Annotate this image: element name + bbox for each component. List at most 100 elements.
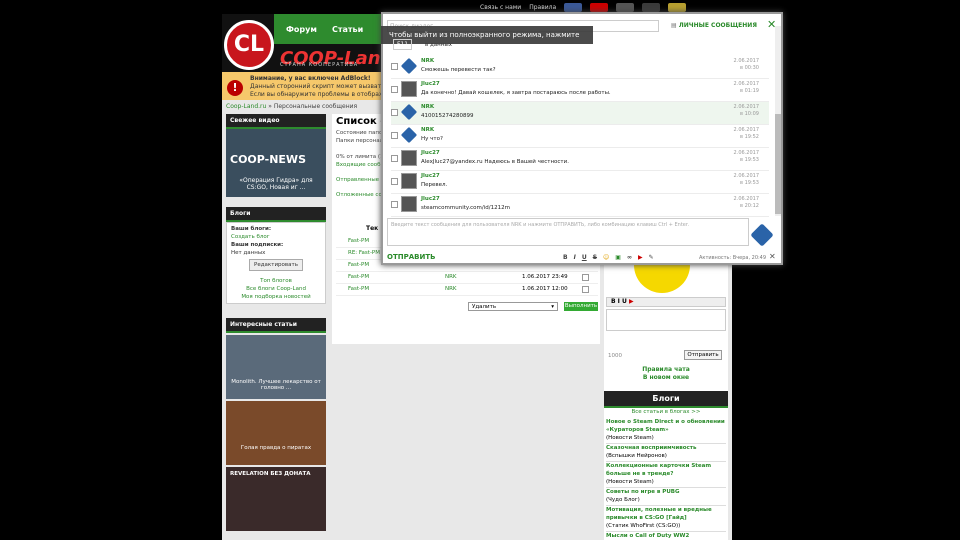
bold-tool[interactable]: B: [611, 298, 616, 305]
message-date: 2.06.2017 в 00:30: [734, 58, 759, 72]
breadcrumb-root[interactable]: Coop-Land.ru: [226, 103, 266, 110]
cgu-icon[interactable]: [642, 2, 661, 12]
avatar[interactable]: [400, 57, 418, 75]
message-checkbox[interactable]: [391, 155, 398, 162]
compose-textarea[interactable]: Введите текст сообщения для пользователя…: [387, 218, 749, 246]
message-date-time: в 19:53: [740, 180, 759, 186]
underline-tool[interactable]: U: [622, 298, 627, 305]
message-author[interactable]: NRK: [421, 58, 434, 64]
my-news-link[interactable]: Моя подборка новостей: [231, 293, 321, 301]
send-arrow-icon[interactable]: [750, 223, 774, 247]
send-button[interactable]: ОТПРАВИТЬ: [387, 253, 435, 261]
avatar[interactable]: [401, 196, 417, 212]
row-checkbox[interactable]: [582, 274, 589, 281]
article-title[interactable]: REVELATION БЕЗ ДОНАТА: [230, 471, 311, 477]
message-checkbox[interactable]: [391, 132, 398, 139]
nav-articles[interactable]: Статьи: [332, 25, 363, 34]
message-author[interactable]: Jluc27: [421, 150, 440, 156]
row-subject[interactable]: Fast-PM: [348, 238, 369, 244]
message-checkbox[interactable]: [391, 86, 398, 93]
avatar[interactable]: [401, 81, 417, 97]
message-date-time: в 01:19: [740, 88, 759, 94]
chat-input[interactable]: [606, 309, 726, 331]
table-row[interactable]: Fast-PM NRK 1.06.2017 23:49: [336, 272, 598, 284]
bold-button[interactable]: B: [563, 254, 568, 261]
social-icon[interactable]: [616, 2, 635, 12]
link-icon[interactable]: ∞: [627, 254, 632, 261]
blog-post-link[interactable]: Мысли о Call of Duty WW2: [606, 532, 726, 540]
all-blog-posts-link[interactable]: Все статьи в блогах >>: [604, 409, 728, 415]
message-checkbox[interactable]: [391, 63, 398, 70]
message-author[interactable]: Jluc27: [421, 81, 440, 87]
list-item: Мотивация, полезные и вредные привычки в…: [606, 506, 726, 532]
row-checkbox[interactable]: [582, 286, 589, 293]
contact-link[interactable]: Связь с нами: [480, 4, 521, 11]
row-subject[interactable]: Fast-PM: [348, 262, 369, 268]
avatar[interactable]: [400, 126, 418, 144]
message-date-day: 2.06.2017: [733, 196, 759, 202]
rules-link[interactable]: Правила: [529, 4, 556, 11]
list-item: Коллекционные карточки Steam больше не в…: [606, 462, 726, 488]
left-sidebar: Свежее видео COOP-NEWS «Операция Гидра» …: [226, 114, 326, 540]
article-thumb[interactable]: Голая правда о пиратах: [226, 401, 326, 465]
top-blogs-link[interactable]: Топ блогов: [231, 277, 321, 285]
blog-post-link[interactable]: Новое о Steam Direct и о обновлении «Кур…: [606, 418, 726, 434]
youtube-icon[interactable]: ▶: [638, 254, 643, 261]
avatar[interactable]: [401, 150, 417, 166]
create-blog-link[interactable]: Создать блог: [231, 233, 321, 241]
execute-button[interactable]: Выполнить: [564, 302, 598, 311]
site-logo[interactable]: CL: [224, 20, 274, 70]
message-author[interactable]: NRK: [421, 104, 434, 110]
video-thumbnail[interactable]: COOP-NEWS «Операция Гидра» для CS:GO, Но…: [226, 129, 326, 197]
italic-tool[interactable]: I: [618, 298, 620, 305]
video-title[interactable]: «Операция Гидра» для CS:GO, Новая иг ...: [239, 177, 312, 191]
smile-icon[interactable]: ☺: [603, 254, 609, 261]
youtube-tool-icon[interactable]: ▶: [629, 298, 634, 305]
row-subject[interactable]: RE: Fast-PM: [348, 250, 380, 256]
blog-post-link[interactable]: Советы по игре в PUBG: [606, 488, 726, 496]
message-author[interactable]: Jluc27: [421, 173, 440, 179]
italic-button[interactable]: I: [574, 254, 576, 261]
message-author[interactable]: Jluc27: [421, 196, 440, 202]
chat-send-button[interactable]: Отправить: [684, 350, 722, 360]
scrollbar-thumb[interactable]: [775, 114, 781, 214]
row-subject[interactable]: Fast-PM: [348, 274, 369, 280]
article-thumb[interactable]: Monolith. Лучшее лекарство от головно ..…: [226, 335, 326, 399]
article-title[interactable]: Голая правда о пиратах: [241, 445, 311, 451]
youtube-icon[interactable]: [590, 2, 609, 12]
rss-icon[interactable]: [668, 2, 687, 12]
list-item: Советы по игре в PUBG (Чудо Блог): [606, 488, 726, 506]
blog-post-link[interactable]: Коллекционные карточки Steam больше не в…: [606, 462, 726, 478]
avatar[interactable]: [400, 103, 418, 121]
new-window-link[interactable]: В новом окне: [604, 374, 728, 382]
message-checkbox[interactable]: [391, 201, 398, 208]
article-thumb[interactable]: REVELATION БЕЗ ДОНАТА: [226, 467, 326, 531]
underline-button[interactable]: U: [582, 254, 587, 261]
message-author[interactable]: NRK: [421, 127, 434, 133]
close-compose-icon[interactable]: ✕: [769, 252, 776, 261]
table-row[interactable]: Fast-PM NRK 1.06.2017 12:00: [336, 284, 598, 296]
nav-forum[interactable]: Форум: [286, 25, 317, 34]
chat-rules-link[interactable]: Правила чата: [604, 366, 728, 374]
f11-key: F11: [393, 39, 413, 50]
video-header: Свежее видео: [226, 114, 326, 129]
strike-button[interactable]: S: [593, 254, 597, 261]
action-select[interactable]: Удалить ▾: [468, 302, 558, 311]
article-title[interactable]: Monolith. Лучшее лекарство от головно ..…: [231, 379, 321, 391]
avatar[interactable]: [401, 173, 417, 189]
row-sender[interactable]: NRK: [445, 274, 457, 280]
row-subject[interactable]: Fast-PM: [348, 286, 369, 292]
message-text: AlexJluc27@yandex.ru Надеюсь в Вашей чес…: [421, 159, 569, 165]
all-blogs-link[interactable]: Все блоги Coop-Land: [231, 285, 321, 293]
dialog-title-text: ЛИЧНЫЕ СООБЩЕНИЯ: [678, 22, 757, 29]
edit-button[interactable]: Редактировать: [249, 259, 303, 271]
message-checkbox[interactable]: [391, 109, 398, 116]
row-sender[interactable]: NRK: [445, 286, 457, 292]
pen-icon[interactable]: ✎: [649, 254, 654, 261]
blog-post-link[interactable]: Мотивация, полезные и вредные привычки в…: [606, 506, 726, 522]
image-icon[interactable]: ▣: [615, 254, 621, 261]
articles-header: Интересные статьи: [226, 318, 326, 333]
message-checkbox[interactable]: [391, 178, 398, 185]
blog-post-link[interactable]: Сказочная восприимчивость: [606, 444, 726, 452]
vk-icon[interactable]: [564, 2, 583, 12]
